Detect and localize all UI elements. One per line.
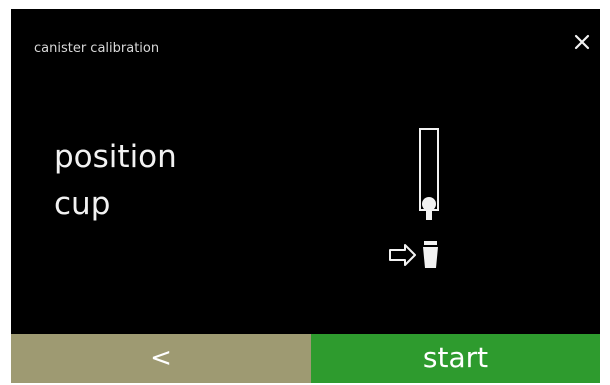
instruction-text: position cup [54,134,177,228]
close-icon[interactable] [572,32,592,52]
screen-title: canister calibration [34,41,160,56]
start-button-label: start [422,341,489,374]
back-button[interactable]: < [11,334,311,383]
canister-icon [419,128,439,220]
instruction-line-2: cup [54,186,111,222]
instruction-line-1: position [54,139,177,175]
position-cup-illustration [365,127,455,287]
arrow-right-icon [389,244,416,266]
start-button[interactable]: start [311,334,600,383]
calibration-screen: canister calibration position cup < star… [11,9,600,383]
back-button-label: < [150,342,172,373]
cup-icon [423,241,438,268]
bottom-action-bar: < start [11,334,600,383]
